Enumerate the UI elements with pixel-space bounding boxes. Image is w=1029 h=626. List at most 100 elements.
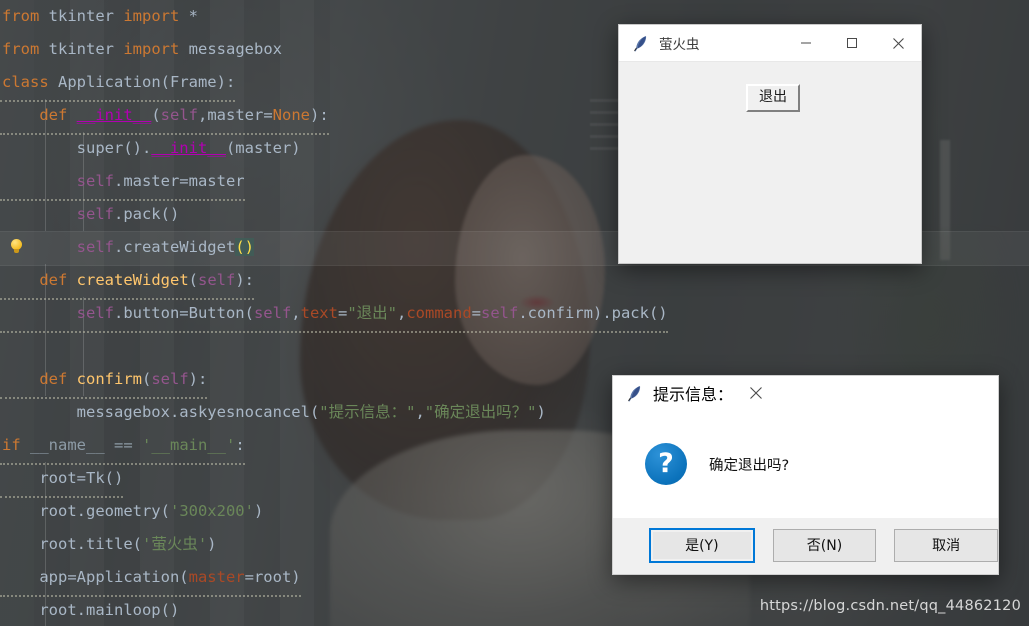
code-token: Application(Frame): xyxy=(48,73,236,91)
dialog-title: 提示信息： xyxy=(653,385,734,404)
code-token: (master) xyxy=(225,139,301,157)
code-token: from xyxy=(2,7,40,25)
code-token: ( xyxy=(151,106,161,124)
code-token: def xyxy=(39,271,68,289)
dialog-button-3[interactable]: 取消 xyxy=(894,528,999,562)
code-token: self xyxy=(76,238,114,256)
dialog-button-label: 取消 xyxy=(932,538,961,554)
code-token: .pack() xyxy=(113,205,180,223)
code-token: master xyxy=(188,568,245,586)
code-token: = xyxy=(471,304,481,322)
code-token: root.geometry( xyxy=(2,502,170,520)
dialog-window-controls[interactable] xyxy=(733,375,779,411)
code-token: .master=master xyxy=(113,172,245,190)
code-token: self xyxy=(76,172,114,190)
app-window-body: 退出 xyxy=(619,62,921,263)
dialog-button-row[interactable]: 是(Y) 否(N) 取消 xyxy=(613,518,999,572)
code-token: * xyxy=(179,7,198,25)
dialog-button-label: 是(Y) xyxy=(685,538,719,554)
code-token: ) xyxy=(207,535,217,553)
app-window-controls[interactable] xyxy=(783,25,921,61)
tkinter-feather-icon xyxy=(634,35,647,51)
code-token: messagebox.askyesnocancel( xyxy=(2,403,320,421)
code-token: self xyxy=(198,271,236,289)
tkinter-feather-icon xyxy=(628,385,641,401)
code-token: super(). xyxy=(2,139,152,157)
code-token: ,master= xyxy=(198,106,273,124)
code-token: .confirm).pack() xyxy=(518,304,668,322)
dialog-button-1[interactable]: 是(Y) xyxy=(649,527,755,563)
code-token: , xyxy=(291,304,301,322)
code-token: ( xyxy=(188,271,198,289)
code-token: '萤火虫' xyxy=(141,535,208,553)
code-token: root.mainloop() xyxy=(2,601,180,619)
code-token: app=Application( xyxy=(2,568,189,586)
code-token: __name__ == xyxy=(20,436,142,454)
code-token: None xyxy=(272,106,310,124)
code-token: ) xyxy=(253,502,264,520)
code-token: def xyxy=(39,106,68,124)
code-token: "提示信息：" xyxy=(319,403,416,421)
code-token: "确定退出吗？" xyxy=(424,403,537,421)
code-token: ): xyxy=(235,271,254,289)
code-token: tkinter xyxy=(39,40,124,58)
code-token: .createWidget xyxy=(113,238,236,256)
code-token: tkinter xyxy=(39,7,124,25)
dialog-titlebar[interactable]: 提示信息： xyxy=(613,376,998,410)
code-token: __init__ xyxy=(76,106,152,124)
code-token: class xyxy=(2,73,49,91)
code-token: self xyxy=(151,370,189,388)
close-icon[interactable] xyxy=(733,375,779,411)
code-token: def xyxy=(39,370,68,388)
code-line[interactable]: def createWidget(self): xyxy=(0,264,1029,300)
code-token: import xyxy=(123,40,180,58)
dialog-button-2[interactable]: 否(N) xyxy=(772,528,877,562)
code-token: self xyxy=(160,106,198,124)
maximize-icon[interactable] xyxy=(829,25,875,61)
code-line[interactable] xyxy=(0,330,1029,363)
code-token: createWidget xyxy=(76,271,189,289)
code-token: text xyxy=(300,304,338,322)
minimize-icon[interactable] xyxy=(783,25,829,61)
code-token: if xyxy=(2,436,21,454)
code-token: from xyxy=(2,40,40,58)
code-token: messagebox xyxy=(179,40,282,58)
dialog-button-label: 否(N) xyxy=(806,538,843,554)
tkinter-app-window[interactable]: 萤火虫 退出 xyxy=(618,24,922,264)
question-mark-icon: ? xyxy=(645,443,687,485)
code-token: = xyxy=(337,304,348,322)
code-token: ( xyxy=(142,370,152,388)
code-token: , xyxy=(415,403,425,421)
code-line[interactable]: self.button=Button(self,text="退出",comman… xyxy=(0,297,1029,333)
code-token: ) xyxy=(536,403,546,421)
code-token: root.title( xyxy=(2,535,142,553)
screen: from tkinter import * from tkinter import… xyxy=(0,0,1029,626)
code-token: : xyxy=(235,436,245,454)
code-token: , xyxy=(396,304,407,322)
code-token: command xyxy=(406,304,472,322)
code-token: .button=Button( xyxy=(113,304,254,322)
code-token: =root) xyxy=(244,568,301,586)
close-icon[interactable] xyxy=(875,25,921,61)
dialog-content: ? 确定退出吗? xyxy=(613,410,998,518)
code-token: "退出" xyxy=(347,304,397,322)
app-window-title: 萤火虫 xyxy=(659,37,700,53)
exit-button[interactable]: 退出 xyxy=(746,84,800,113)
code-token: self xyxy=(76,304,114,322)
code-token: ): xyxy=(188,370,208,388)
code-token: self xyxy=(253,304,292,322)
code-token: '300x200' xyxy=(169,502,254,520)
confirm-exit-dialog[interactable]: 提示信息： ? 确定退出吗? 是(Y) 否(N) 取消 xyxy=(612,375,999,575)
app-window-titlebar[interactable]: 萤火虫 xyxy=(619,25,921,62)
code-token: () xyxy=(235,238,254,256)
